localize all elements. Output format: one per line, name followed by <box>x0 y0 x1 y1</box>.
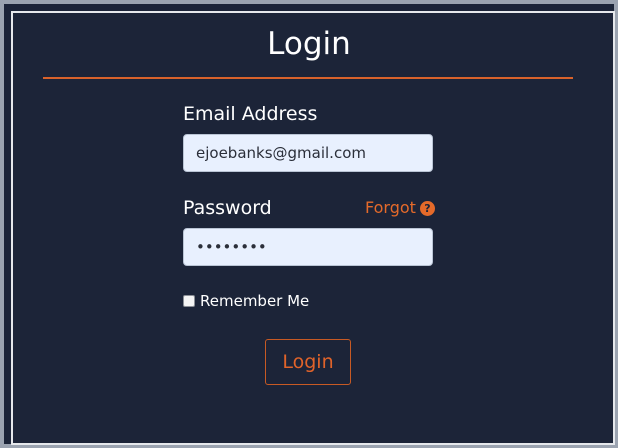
remember-me: Remember Me <box>183 290 309 312</box>
page-title: Login <box>267 26 351 62</box>
email-field[interactable]: ejoebanks@gmail.com <box>183 134 433 172</box>
password-label: Password <box>183 197 272 219</box>
password-field[interactable]: •••••••• <box>183 228 433 266</box>
question-circle-icon: ? <box>419 200 435 216</box>
forgot-password-link[interactable]: Forgot ? <box>365 196 435 220</box>
login-button[interactable]: Login <box>265 339 351 385</box>
forgot-label: Forgot <box>365 198 416 217</box>
remember-me-checkbox[interactable] <box>183 295 195 307</box>
remember-me-label[interactable]: Remember Me <box>200 290 309 312</box>
title-divider <box>43 77 573 79</box>
email-label: Email Address <box>183 103 318 125</box>
